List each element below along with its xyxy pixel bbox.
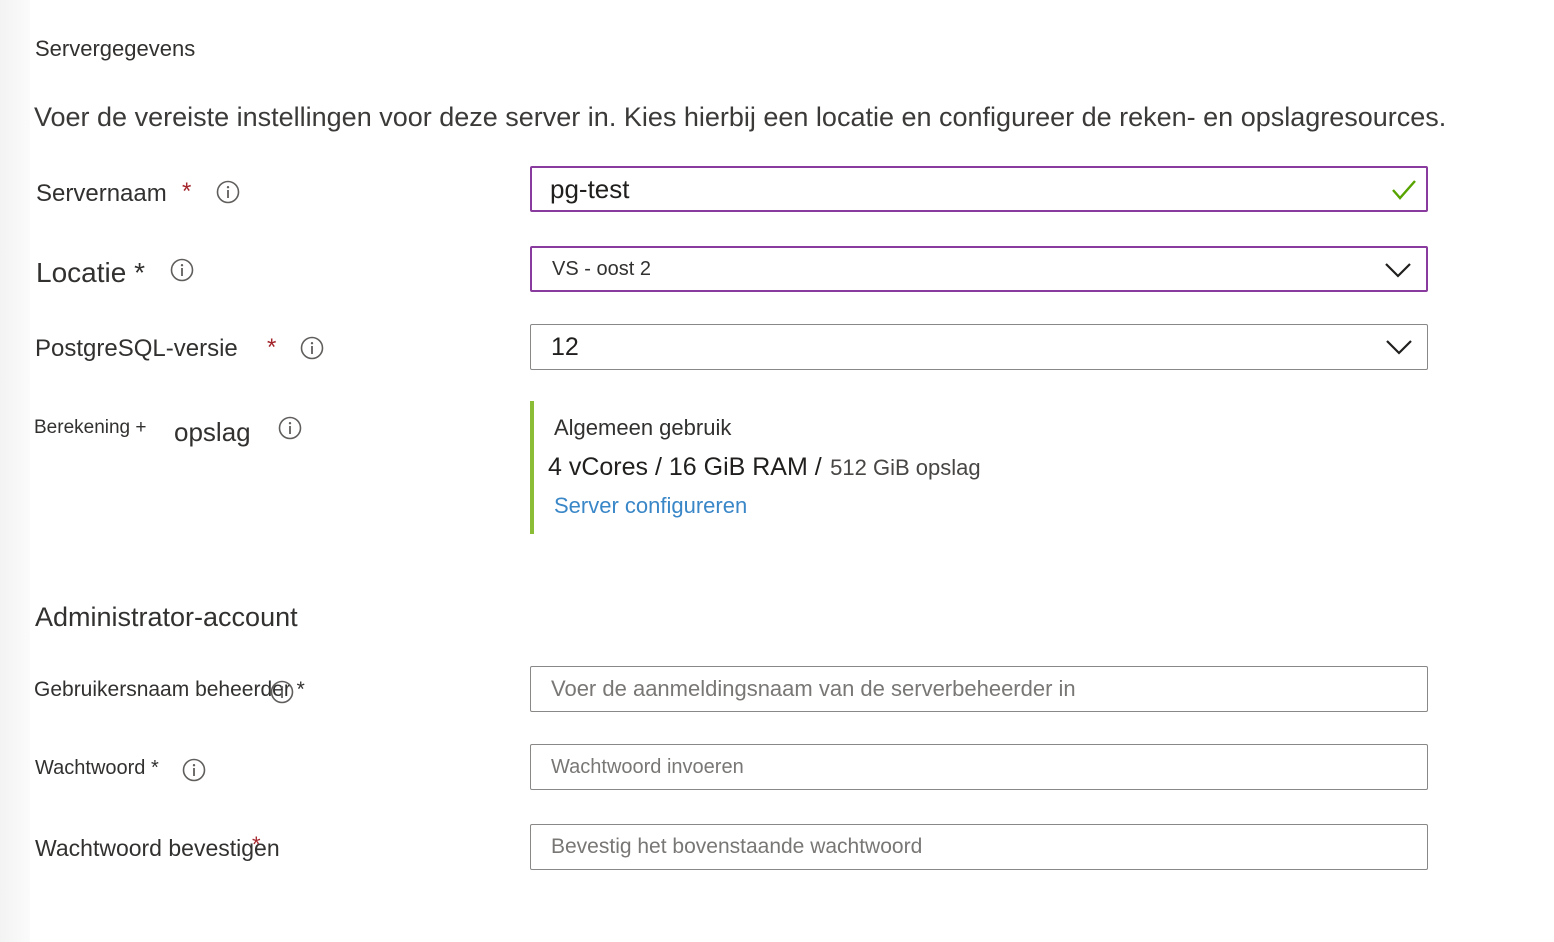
storage-label: opslag	[174, 417, 251, 447]
compute-spec-main: 4 vCores / 16 GiB RAM /	[548, 453, 822, 481]
admin-username-label: Gebruikersnaam beheerder *	[34, 678, 305, 701]
admin-section-title: Administrator-account	[35, 602, 298, 632]
configure-server-link[interactable]: Server configureren	[554, 493, 747, 519]
password-label: Wachtwoord *	[35, 757, 159, 779]
location-value: VS - oost 2	[552, 257, 651, 280]
required-marker: *	[267, 334, 277, 361]
server-name-value: pg-test	[550, 173, 630, 204]
confirm-password-label: Wachtwoord bevestigen	[35, 835, 280, 861]
confirm-password-input[interactable]	[530, 824, 1428, 870]
server-name-label: Servernaam	[36, 180, 167, 207]
info-icon[interactable]	[216, 180, 240, 204]
section-description: Voer de vereiste instellingen voor deze …	[34, 102, 1447, 132]
location-label: Locatie *	[36, 257, 145, 288]
required-marker: *	[182, 178, 192, 205]
version-label: PostgreSQL-versie	[35, 335, 238, 362]
info-icon[interactable]	[170, 258, 194, 282]
info-icon[interactable]	[270, 680, 294, 704]
location-select[interactable]: VS - oost 2	[530, 246, 1428, 292]
chevron-down-icon	[1385, 263, 1411, 278]
server-name-input[interactable]: pg-test	[530, 166, 1428, 212]
admin-username-input[interactable]	[530, 666, 1428, 712]
password-input[interactable]	[530, 744, 1428, 790]
info-icon[interactable]	[300, 336, 324, 360]
section-title: Servergegevens	[35, 36, 196, 61]
chevron-down-icon	[1386, 340, 1412, 355]
compute-tier: Algemeen gebruik	[554, 415, 732, 440]
version-select[interactable]: 12	[530, 324, 1428, 370]
left-edge-strip	[0, 0, 30, 942]
required-marker: *	[252, 832, 261, 857]
version-value: 12	[551, 332, 579, 361]
compute-summary: Algemeen gebruik 4 vCores / 16 GiB RAM /…	[530, 401, 1134, 534]
compute-spec: 4 vCores / 16 GiB RAM / 512 GiB opslag	[548, 453, 981, 482]
info-icon[interactable]	[278, 416, 302, 440]
checkmark-icon	[1392, 180, 1416, 200]
info-icon[interactable]	[182, 758, 206, 782]
compute-label: Berekening +	[34, 417, 147, 438]
compute-spec-storage: 512 GiB opslag	[830, 455, 981, 480]
